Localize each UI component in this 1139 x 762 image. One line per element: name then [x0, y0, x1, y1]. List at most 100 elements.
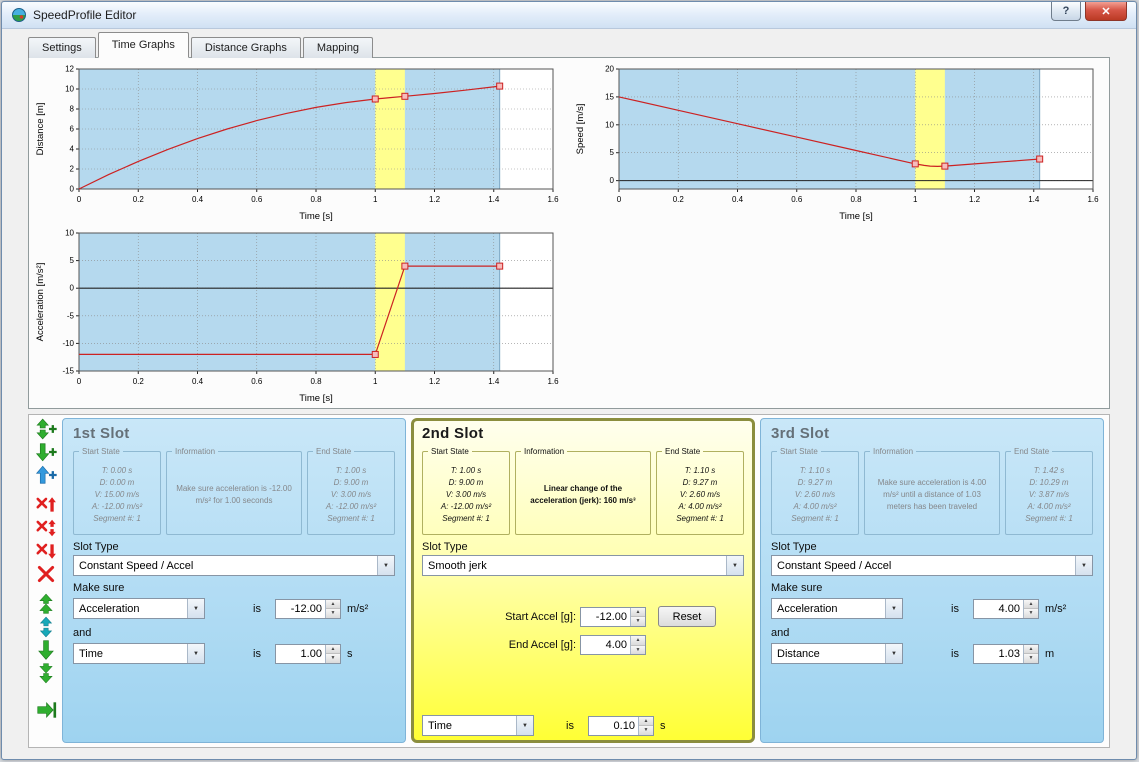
- insert-slot-button[interactable]: [33, 463, 59, 486]
- end-state-group: End State T: 1.10 s D: 9.27 m V: 2.60 m/…: [656, 447, 744, 535]
- svg-text:12: 12: [65, 65, 74, 74]
- constraint1-param-select[interactable]: Acceleration ▼: [73, 598, 205, 619]
- information-text: Make sure acceleration is 4.00 m/s² unti…: [867, 457, 997, 532]
- acceleration-time-chart[interactable]: 00.20.40.60.811.21.41.6-15-10-50510Time …: [33, 226, 567, 404]
- svg-text:0.6: 0.6: [251, 377, 263, 386]
- tab-settings[interactable]: Settings: [28, 37, 96, 58]
- close-button[interactable]: ✕: [1085, 2, 1127, 21]
- svg-text:1.6: 1.6: [547, 377, 559, 386]
- spin-down-button[interactable]: ▼: [631, 616, 645, 626]
- start-accel-input[interactable]: -12.00 ▲ ▼: [580, 607, 646, 627]
- slot-type-select[interactable]: Constant Speed / Accel ▼: [771, 555, 1093, 576]
- run-profile-button[interactable]: [33, 698, 59, 721]
- start-accel-label: Start Accel [g]:: [468, 611, 576, 623]
- slot-panel-1st[interactable]: 1st Slot Start State T: 0.00 s D: 0.00 m…: [62, 418, 406, 743]
- svg-text:2: 2: [70, 165, 75, 174]
- end-accel-input[interactable]: 4.00 ▲ ▼: [580, 635, 646, 655]
- add-slot-up-icon: [35, 418, 57, 440]
- spin-down-button[interactable]: ▼: [326, 608, 340, 618]
- svg-text:0.4: 0.4: [192, 377, 204, 386]
- unit-label: s: [660, 720, 666, 732]
- help-button[interactable]: ?: [1051, 2, 1081, 21]
- reset-button[interactable]: Reset: [658, 606, 716, 627]
- svg-text:0.8: 0.8: [310, 195, 322, 204]
- chevron-down-icon[interactable]: ▼: [187, 599, 204, 618]
- svg-text:1.2: 1.2: [429, 195, 441, 204]
- svg-text:0.8: 0.8: [850, 195, 862, 204]
- chevron-down-icon[interactable]: ▼: [885, 644, 902, 663]
- svg-text:1: 1: [373, 377, 378, 386]
- svg-text:Acceleration [m/s²]: Acceleration [m/s²]: [35, 263, 46, 342]
- svg-text:0.8: 0.8: [310, 377, 322, 386]
- svg-text:Distance [m]: Distance [m]: [35, 103, 46, 156]
- delete-slot-below-button[interactable]: [33, 539, 59, 562]
- constraint1-param-select[interactable]: Acceleration ▼: [771, 598, 903, 619]
- swap-slot-up-icon: [35, 616, 57, 638]
- insert-slot-icon: [35, 464, 57, 486]
- add-slot-up-button[interactable]: [33, 417, 59, 440]
- svg-text:10: 10: [605, 120, 614, 129]
- delete-slots-below-icon: [35, 563, 57, 585]
- duration-value-input[interactable]: 0.10 ▲ ▼: [588, 716, 654, 736]
- swap-slot-up-button[interactable]: [33, 615, 59, 638]
- move-slot-first-button[interactable]: [33, 592, 59, 615]
- speedprofile-editor-window: SpeedProfile Editor ? ✕ Settings Time Gr…: [1, 1, 1137, 760]
- slot-toolbar: [29, 415, 62, 747]
- end-state-values: T: 1.10 s D: 9.27 m V: 2.60 m/s A: 4.00 …: [659, 457, 741, 532]
- spin-up-button[interactable]: ▲: [326, 645, 340, 654]
- spin-down-button[interactable]: ▼: [1024, 608, 1038, 618]
- chevron-down-icon[interactable]: ▼: [377, 556, 394, 575]
- start-state-values: T: 1.00 s D: 9.00 m V: 3.00 m/s A: -12.0…: [425, 457, 507, 532]
- delete-slots-below-button[interactable]: [33, 562, 59, 585]
- slot-type-select[interactable]: Smooth jerk ▼: [422, 555, 744, 576]
- delete-slot-above-button[interactable]: [33, 516, 59, 539]
- spin-up-button[interactable]: ▲: [639, 717, 653, 726]
- constraint2-param-select[interactable]: Time ▼: [73, 643, 205, 664]
- chevron-down-icon[interactable]: ▼: [726, 556, 743, 575]
- is-label: is: [566, 720, 574, 732]
- constraint1-value-input[interactable]: 4.00 ▲ ▼: [973, 599, 1039, 619]
- spin-down-button[interactable]: ▼: [639, 725, 653, 735]
- distance-time-chart[interactable]: 00.20.40.60.811.21.41.6024681012Time [s]…: [33, 62, 567, 222]
- tab-time-graphs[interactable]: Time Graphs: [98, 32, 189, 58]
- titlebar[interactable]: SpeedProfile Editor ? ✕: [2, 2, 1136, 29]
- constraint1-value-input[interactable]: -12.00 ▲ ▼: [275, 599, 341, 619]
- constraint2-value-input[interactable]: 1.00 ▲ ▼: [275, 644, 341, 664]
- delete-slots-above-button[interactable]: [33, 493, 59, 516]
- spin-up-button[interactable]: ▲: [326, 600, 340, 609]
- chevron-down-icon[interactable]: ▼: [516, 716, 533, 735]
- slot-panel-3rd[interactable]: 3rd Slot Start State T: 1.10 s D: 9.27 m…: [760, 418, 1104, 743]
- start-state-label: Start State: [79, 447, 123, 456]
- add-slot-down-button[interactable]: [33, 440, 59, 463]
- svg-text:5: 5: [610, 148, 615, 157]
- svg-text:6: 6: [70, 125, 75, 134]
- chevron-down-icon[interactable]: ▼: [187, 644, 204, 663]
- spin-down-button[interactable]: ▼: [631, 645, 645, 655]
- chevron-down-icon[interactable]: ▼: [885, 599, 902, 618]
- app-icon: [11, 7, 27, 23]
- constraint2-param-select[interactable]: Distance ▼: [771, 643, 903, 664]
- svg-text:0: 0: [610, 176, 615, 185]
- slot-panel-2nd[interactable]: 2nd Slot Start State T: 1.00 s D: 9.00 m…: [411, 418, 755, 743]
- tab-distance-graphs[interactable]: Distance Graphs: [191, 37, 301, 58]
- slots-container: 1st Slot Start State T: 0.00 s D: 0.00 m…: [62, 415, 1109, 747]
- svg-text:10: 10: [65, 229, 74, 238]
- svg-text:4: 4: [70, 145, 75, 154]
- constraint2-value-input[interactable]: 1.03 ▲ ▼: [973, 644, 1039, 664]
- slot-type-select[interactable]: Constant Speed / Accel ▼: [73, 555, 395, 576]
- end-state-label: End State: [1011, 447, 1052, 456]
- tab-mapping[interactable]: Mapping: [303, 37, 373, 58]
- unit-label: m: [1045, 648, 1054, 660]
- spin-down-button[interactable]: ▼: [326, 653, 340, 663]
- information-label: Information: [172, 447, 218, 456]
- spin-down-button[interactable]: ▼: [1024, 653, 1038, 663]
- spin-up-button[interactable]: ▲: [631, 636, 645, 645]
- spin-up-button[interactable]: ▲: [1024, 645, 1038, 654]
- duration-param-select[interactable]: Time ▼: [422, 715, 534, 736]
- chevron-down-icon[interactable]: ▼: [1075, 556, 1092, 575]
- move-slot-last-button[interactable]: [33, 661, 59, 684]
- speed-time-chart[interactable]: 00.20.40.60.811.21.41.605101520Time [s]S…: [573, 62, 1107, 222]
- spin-up-button[interactable]: ▲: [631, 608, 645, 617]
- swap-slot-down-button[interactable]: [33, 638, 59, 661]
- spin-up-button[interactable]: ▲: [1024, 600, 1038, 609]
